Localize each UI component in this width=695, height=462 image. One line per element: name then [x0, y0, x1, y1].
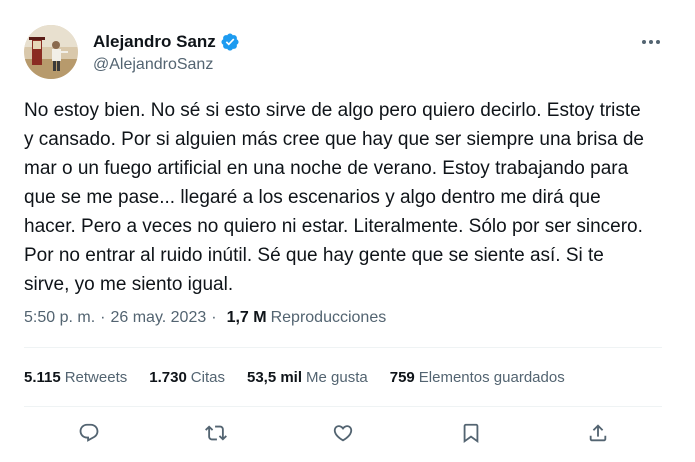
stat-number: 759: [389, 369, 415, 386]
tweet-stats: 5.115 Retweets 1.730 Citas 53,5 mil Me gust…: [24, 367, 587, 389]
reply-button[interactable]: [74, 418, 104, 448]
tweet-text: No estoy bien. No sé si esto sirve de al…: [24, 100, 644, 295]
bookmark-button[interactable]: [456, 418, 486, 448]
share-icon: [589, 424, 607, 442]
stat-likes[interactable]: 53,5 mil Me gusta: [247, 367, 368, 389]
stat-label: Retweets: [64, 369, 128, 386]
avatar[interactable]: [24, 25, 78, 79]
meta-separator: ·: [100, 309, 106, 326]
stat-number: 53,5 mil: [246, 369, 303, 386]
stat-label: Me gusta: [306, 369, 368, 386]
stat-label: Elementos guardados: [418, 369, 565, 386]
like-button[interactable]: [328, 418, 358, 448]
stat-number: 5.115: [24, 369, 61, 386]
more-options-button[interactable]: [638, 30, 664, 54]
tweet-card: Alejandro Sanz @AlejandroSanz No estoy b…: [0, 0, 695, 462]
tweet-date[interactable]: 26 may. 2023: [110, 307, 206, 329]
share-button[interactable]: [583, 418, 613, 448]
stat-quotes[interactable]: 1.730 Citas: [149, 367, 225, 389]
tweet-meta: 5:50 p. m. · 26 may. 2023 · 1,7 M Reprod…: [24, 307, 386, 329]
stat-bookmarks[interactable]: 759 Elementos guardados: [390, 367, 565, 389]
stat-label: Citas: [190, 369, 225, 386]
more-dot-icon: [656, 40, 660, 44]
tweet-time[interactable]: 5:50 p. m.: [24, 307, 95, 329]
stat-retweets[interactable]: 5.115 Retweets: [24, 367, 127, 389]
meta-separator: ·: [211, 309, 217, 326]
divider: [24, 347, 662, 348]
verified-badge-icon: [220, 32, 240, 52]
more-dot-icon: [649, 40, 653, 44]
retweet-button[interactable]: [201, 418, 231, 448]
action-bar: [0, 418, 695, 448]
stat-number: 1.730: [149, 369, 187, 386]
bookmark-icon: [463, 423, 479, 444]
reply-icon: [79, 423, 99, 442]
views-count[interactable]: 1,7 M: [227, 307, 267, 329]
views-label[interactable]: Reproducciones: [271, 307, 387, 329]
more-dot-icon: [642, 40, 646, 44]
retweet-icon: [205, 425, 227, 441]
like-icon: [333, 425, 353, 442]
author-handle[interactable]: @AlejandroSanz: [93, 54, 213, 76]
divider: [24, 406, 662, 407]
author-name[interactable]: Alejandro Sanz: [93, 31, 216, 53]
